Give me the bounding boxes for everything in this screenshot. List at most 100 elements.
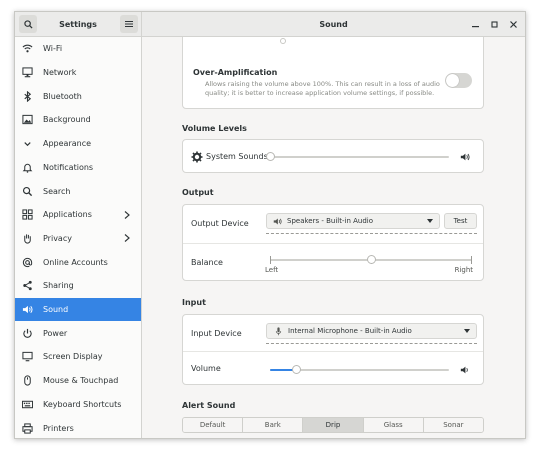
balance-label: Balance <box>191 258 223 267</box>
content-headerbar: Sound <box>142 12 525 37</box>
sidebar-item-power[interactable]: Power <box>15 321 141 345</box>
alert-option-bark[interactable]: Bark <box>243 418 304 432</box>
sidebar-item-sound[interactable]: Sound <box>15 297 141 322</box>
background-icon <box>21 113 34 126</box>
output-device-label: Output Device <box>191 219 249 228</box>
wifi-icon <box>21 42 34 55</box>
alert-option-default[interactable]: Default <box>183 418 244 432</box>
mouse-icon <box>21 374 34 387</box>
settings-window: Settings Sound Wi-Fi Network Bluetooth B… <box>14 11 526 439</box>
microphone-icon <box>275 326 282 335</box>
sidebar-item-wifi[interactable]: Wi-Fi <box>15 37 141 61</box>
sidebar-item-label: Online Accounts <box>43 257 108 267</box>
applications-icon <box>21 208 34 221</box>
row-separator <box>183 351 483 352</box>
chevron-right-icon <box>124 210 134 219</box>
sidebar-headerbar: Settings <box>15 12 142 37</box>
input-device-label: Input Device <box>191 329 242 338</box>
system-sounds-slider[interactable] <box>265 152 449 161</box>
input-volume-label: Volume <box>191 364 221 373</box>
appearance-icon <box>21 137 34 150</box>
sidebar-item-printers[interactable]: Printers <box>15 416 141 438</box>
alert-option-drip[interactable]: Drip <box>303 418 364 432</box>
sidebar-item-label: Mouse & Touchpad <box>43 376 119 386</box>
sidebar-item-label: Applications <box>43 210 92 220</box>
gear-icon <box>191 151 203 163</box>
volume-levels-card: System Sounds <box>182 139 484 173</box>
test-button[interactable]: Test <box>444 213 477 229</box>
slider-knob[interactable] <box>292 365 302 374</box>
alert-sound-selector[interactable]: Default Bark Drip Glass Sonar <box>182 417 484 433</box>
slider-tick <box>270 256 271 264</box>
sidebar-item-network[interactable]: Network <box>15 61 141 85</box>
hamburger-icon <box>125 21 133 27</box>
speaker-icon <box>21 303 34 316</box>
sidebar-item-label: Search <box>43 186 71 196</box>
input-device-value: Internal Microphone - Built-in Audio <box>288 327 412 335</box>
volume-levels-heading: Volume Levels <box>182 124 247 133</box>
network-icon <box>21 66 34 79</box>
slider-tick <box>471 256 472 264</box>
balance-right-label: Right <box>454 266 473 274</box>
chevron-right-icon <box>124 234 134 243</box>
scrolled-slider-knob <box>280 38 286 44</box>
input-heading: Input <box>182 298 206 307</box>
over-amplification-title: Over-Amplification <box>193 68 278 77</box>
power-icon <box>21 327 34 340</box>
level-indicator <box>266 343 477 345</box>
search-icon <box>21 185 34 198</box>
maximize-icon <box>491 21 498 28</box>
at-icon <box>21 256 34 269</box>
close-button[interactable] <box>506 17 521 32</box>
balance-left-label: Left <box>265 266 279 274</box>
sidebar-item-label: Printers <box>43 423 74 433</box>
sidebar-item-bluetooth[interactable]: Bluetooth <box>15 84 141 108</box>
level-indicator <box>266 233 477 235</box>
sidebar-item-notifications[interactable]: Notifications <box>15 156 141 180</box>
balance-slider[interactable] <box>270 255 472 264</box>
menu-button[interactable] <box>120 15 138 33</box>
alert-option-glass[interactable]: Glass <box>363 418 424 432</box>
sidebar-item-label: Power <box>43 328 68 338</box>
sidebar-item-keyboard-shortcuts[interactable]: Keyboard Shortcuts <box>15 393 141 417</box>
sidebar-item-applications[interactable]: Applications <box>15 203 141 227</box>
sidebar-item-background[interactable]: Background <box>15 108 141 132</box>
close-icon <box>510 21 517 28</box>
speaker-icon <box>460 366 468 374</box>
speaker-icon <box>460 153 470 161</box>
sidebar-item-label: Wi-Fi <box>43 44 63 54</box>
sidebar-item-label: Notifications <box>43 162 94 172</box>
sound-panel: Over-Amplification Allows raising the vo… <box>142 37 525 438</box>
share-icon <box>21 279 34 292</box>
sidebar-title: Settings <box>59 20 97 29</box>
output-card: Output Device Speakers - Built-in Audio … <box>182 204 484 281</box>
input-card: Input Device Internal Microphone - Built… <box>182 314 484 385</box>
input-device-dropdown[interactable]: Internal Microphone - Built-in Audio <box>266 323 477 339</box>
slider-knob[interactable] <box>265 152 275 161</box>
sidebar-item-label: Sharing <box>43 281 74 291</box>
chevron-down-icon <box>427 219 433 223</box>
maximize-button[interactable] <box>487 17 502 32</box>
sidebar-item-mouse-touchpad[interactable]: Mouse & Touchpad <box>15 369 141 393</box>
sidebar-item-privacy[interactable]: Privacy <box>15 227 141 251</box>
sidebar-item-label: Background <box>43 115 91 125</box>
search-icon <box>23 19 33 29</box>
search-button[interactable] <box>19 15 37 33</box>
sidebar-item-appearance[interactable]: Appearance <box>15 132 141 156</box>
over-amplification-switch[interactable] <box>445 73 472 88</box>
sidebar-item-search[interactable]: Search <box>15 179 141 203</box>
sidebar-item-label: Appearance <box>43 139 92 149</box>
sidebar-item-label: Keyboard Shortcuts <box>43 399 122 409</box>
minimize-icon <box>472 26 479 28</box>
sidebar-item-sharing[interactable]: Sharing <box>15 274 141 298</box>
alert-option-sonar[interactable]: Sonar <box>423 418 483 432</box>
over-amplification-card: Over-Amplification Allows raising the vo… <box>182 37 484 109</box>
slider-knob[interactable] <box>366 255 376 264</box>
sidebar-item-screen-display[interactable]: Screen Display <box>15 345 141 369</box>
sidebar-item-online-accounts[interactable]: Online Accounts <box>15 250 141 274</box>
input-volume-slider[interactable] <box>270 365 449 374</box>
output-device-dropdown[interactable]: Speakers - Built-in Audio <box>266 213 440 229</box>
hand-icon <box>21 232 34 245</box>
minimize-button[interactable] <box>468 17 483 32</box>
display-icon <box>21 350 34 363</box>
